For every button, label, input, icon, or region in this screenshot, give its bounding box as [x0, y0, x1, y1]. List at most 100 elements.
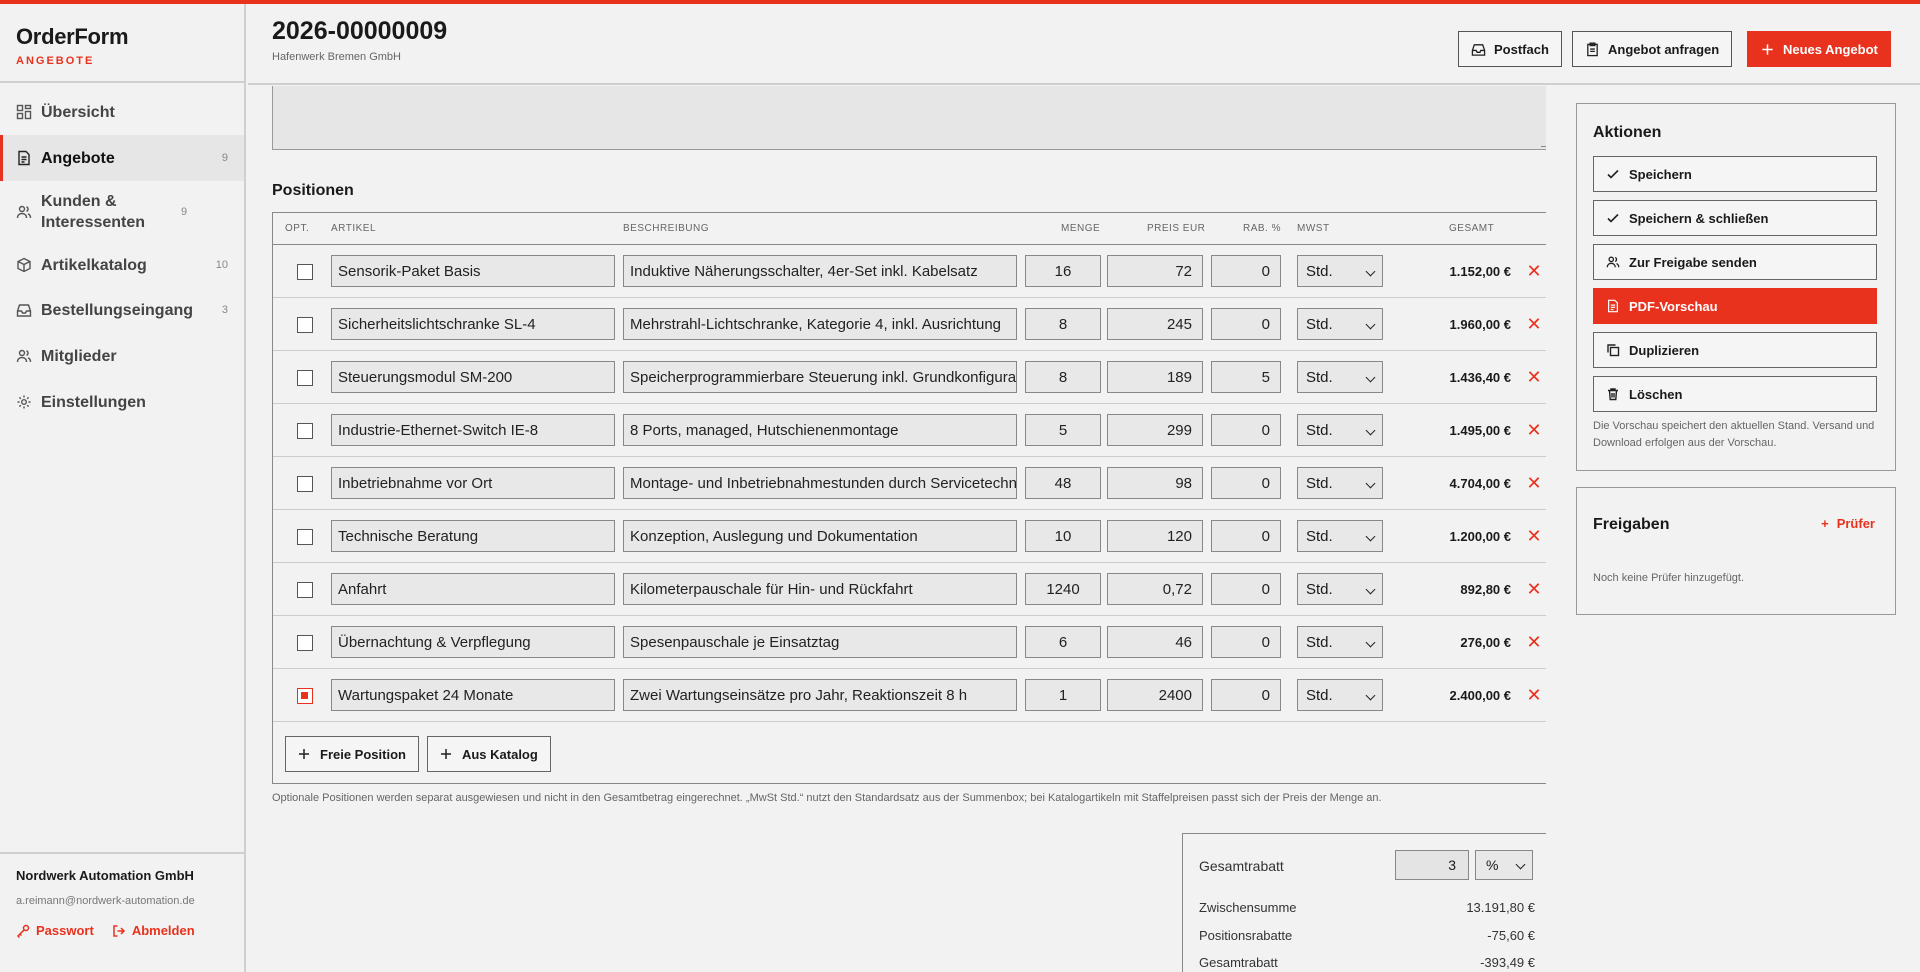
vat-select[interactable]: Std. — [1297, 361, 1383, 393]
logout-link[interactable]: Abmelden — [112, 923, 195, 938]
delete-row-icon[interactable]: ✕ — [1525, 368, 1543, 386]
discount-input[interactable]: 0 — [1211, 308, 1281, 340]
discount-input[interactable]: 0 — [1211, 679, 1281, 711]
delete-row-icon[interactable]: ✕ — [1525, 580, 1543, 598]
discount-input[interactable]: 0 — [1211, 414, 1281, 446]
delete-row-icon[interactable]: ✕ — [1525, 527, 1543, 545]
optional-checkbox[interactable] — [297, 370, 313, 386]
delete-button[interactable]: Löschen — [1593, 376, 1877, 412]
new-offer-button[interactable]: Neues Angebot — [1747, 31, 1891, 67]
vat-select[interactable]: Std. — [1297, 308, 1383, 340]
optional-checkbox[interactable] — [297, 635, 313, 651]
article-input[interactable]: Inbetriebnahme vor Ort — [331, 467, 615, 499]
price-input[interactable]: 120 — [1107, 520, 1203, 552]
add-from-catalog-button[interactable]: Aus Katalog — [426, 736, 551, 772]
sidebar-item-mitglieder[interactable]: Mitglieder — [0, 333, 244, 379]
price-input[interactable]: 0,72 — [1107, 573, 1203, 605]
price-input[interactable]: 46 — [1107, 626, 1203, 658]
description-input[interactable]: Konzeption, Auslegung und Dokumentation — [623, 520, 1017, 552]
article-input[interactable]: Sensorik-Paket Basis — [331, 255, 615, 287]
delete-row-icon[interactable]: ✕ — [1525, 421, 1543, 439]
price-input[interactable]: 72 — [1107, 255, 1203, 287]
description-input[interactable]: Zwei Wartungseinsätze pro Jahr, Reaktion… — [623, 679, 1017, 711]
optional-checkbox[interactable] — [297, 264, 313, 280]
article-input[interactable]: Wartungspaket 24 Monate — [331, 679, 615, 711]
delete-row-icon[interactable]: ✕ — [1525, 262, 1543, 280]
notes-textarea[interactable] — [272, 86, 1546, 150]
article-input[interactable]: Anfahrt — [331, 573, 615, 605]
article-input[interactable]: Sicherheitslichtschranke SL-4 — [331, 308, 615, 340]
discount-input[interactable]: 0 — [1211, 255, 1281, 287]
qty-input[interactable]: 8 — [1025, 361, 1101, 393]
optional-checkbox[interactable] — [297, 688, 313, 704]
article-input[interactable]: Übernachtung & Verpflegung — [331, 626, 615, 658]
description-input[interactable]: Mehrstrahl-Lichtschranke, Kategorie 4, i… — [623, 308, 1017, 340]
row-total: 1.152,00 € — [1449, 264, 1511, 279]
qty-input[interactable]: 10 — [1025, 520, 1101, 552]
vat-select[interactable]: Std. — [1297, 520, 1383, 552]
send-approval-button[interactable]: Zur Freigabe senden — [1593, 244, 1877, 280]
qty-input[interactable]: 16 — [1025, 255, 1101, 287]
description-input[interactable]: Speicherprogrammierbare Steuerung inkl. … — [623, 361, 1017, 393]
delete-row-icon[interactable]: ✕ — [1525, 686, 1543, 704]
optional-checkbox[interactable] — [297, 423, 313, 439]
chevron-down-icon — [1365, 372, 1376, 383]
qty-input[interactable]: 1 — [1025, 679, 1101, 711]
qty-input[interactable]: 48 — [1025, 467, 1101, 499]
qty-input[interactable]: 6 — [1025, 626, 1101, 658]
sidebar-item-uebersicht[interactable]: Übersicht — [0, 89, 244, 135]
resize-handle[interactable] — [1541, 139, 1546, 147]
description-input[interactable]: Kilometerpauschale für Hin- und Rückfahr… — [623, 573, 1017, 605]
request-offer-button[interactable]: Angebot anfragen — [1572, 31, 1733, 67]
delete-row-icon[interactable]: ✕ — [1525, 633, 1543, 651]
discount-input[interactable]: 0 — [1211, 573, 1281, 605]
discount-input[interactable]: 0 — [1211, 467, 1281, 499]
delete-row-icon[interactable]: ✕ — [1525, 315, 1543, 333]
discount-input[interactable]: 0 — [1211, 520, 1281, 552]
inbox-button[interactable]: Postfach — [1458, 31, 1562, 67]
users-icon — [1606, 256, 1620, 268]
optional-checkbox[interactable] — [297, 529, 313, 545]
article-input[interactable]: Technische Beratung — [331, 520, 615, 552]
vat-select[interactable]: Std. — [1297, 255, 1383, 287]
discount-input[interactable]: 0 — [1211, 626, 1281, 658]
sidebar-item-kunden[interactable]: Kunden & Interessenten 9 — [0, 181, 244, 243]
optional-checkbox[interactable] — [297, 582, 313, 598]
pdf-preview-button[interactable]: PDF-Vorschau — [1593, 288, 1877, 324]
optional-checkbox[interactable] — [297, 317, 313, 333]
description-input[interactable]: Spesenpauschale je Einsatztag — [623, 626, 1017, 658]
vat-select[interactable]: Std. — [1297, 573, 1383, 605]
article-input[interactable]: Industrie-Ethernet-Switch IE-8 — [331, 414, 615, 446]
price-input[interactable]: 299 — [1107, 414, 1203, 446]
optional-checkbox[interactable] — [297, 476, 313, 492]
delete-row-icon[interactable]: ✕ — [1525, 474, 1543, 492]
price-input[interactable]: 189 — [1107, 361, 1203, 393]
article-input[interactable]: Steuerungsmodul SM-200 — [331, 361, 615, 393]
sidebar-item-einstellungen[interactable]: Einstellungen — [0, 379, 244, 425]
qty-input[interactable]: 1240 — [1025, 573, 1101, 605]
price-input[interactable]: 98 — [1107, 467, 1203, 499]
discount-input[interactable]: 5 — [1211, 361, 1281, 393]
vat-select[interactable]: Std. — [1297, 467, 1383, 499]
vat-select[interactable]: Std. — [1297, 679, 1383, 711]
sidebar-item-angebote[interactable]: Angebote 9 — [0, 135, 244, 181]
price-input[interactable]: 245 — [1107, 308, 1203, 340]
discount-unit-select[interactable]: % — [1475, 850, 1533, 880]
description-input[interactable]: 8 Ports, managed, Hutschienenmontage — [623, 414, 1017, 446]
sidebar-item-artikelkatalog[interactable]: Artikelkatalog 10 — [0, 243, 244, 287]
description-input[interactable]: Montage- und Inbetriebnahmestunden durch… — [623, 467, 1017, 499]
description-input[interactable]: Induktive Näherungsschalter, 4er-Set ink… — [623, 255, 1017, 287]
qty-input[interactable]: 5 — [1025, 414, 1101, 446]
discount-input[interactable]: 3 — [1395, 850, 1469, 880]
qty-input[interactable]: 8 — [1025, 308, 1101, 340]
duplicate-button[interactable]: Duplizieren — [1593, 332, 1877, 368]
password-link[interactable]: Passwort — [16, 923, 94, 938]
vat-select[interactable]: Std. — [1297, 626, 1383, 658]
sidebar-item-bestellungseingang[interactable]: Bestellungseingang 3 — [0, 287, 244, 333]
add-free-position-button[interactable]: Freie Position — [285, 736, 419, 772]
save-button[interactable]: Speichern — [1593, 156, 1877, 192]
save-close-button[interactable]: Speichern & schließen — [1593, 200, 1877, 236]
price-input[interactable]: 2400 — [1107, 679, 1203, 711]
add-reviewer-button[interactable]: + Prüfer — [1821, 516, 1875, 531]
vat-select[interactable]: Std. — [1297, 414, 1383, 446]
